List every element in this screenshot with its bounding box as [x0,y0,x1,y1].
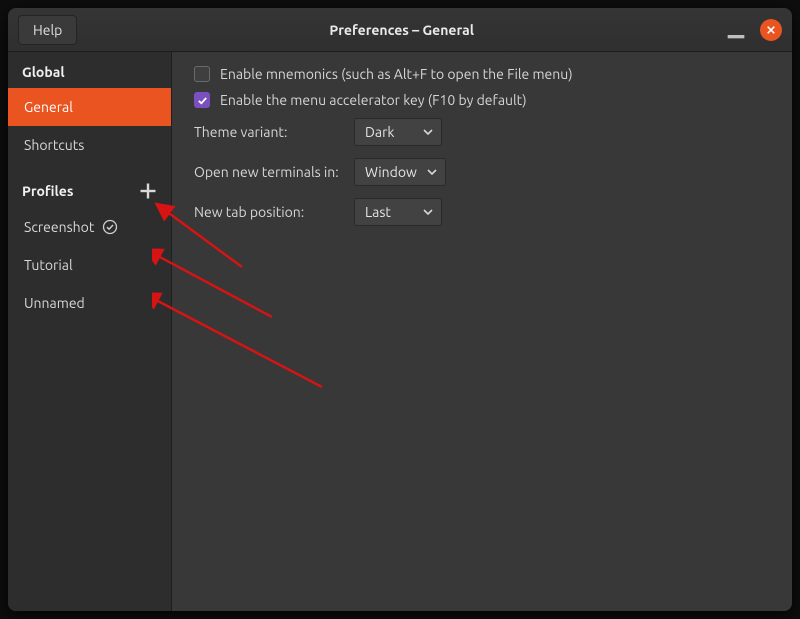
content-area: Global General Shortcuts Profiles Screen… [8,52,792,611]
check-icon [197,95,208,106]
window-title: Preferences – General [77,22,726,38]
sidebar-item-label: Unnamed [24,295,85,311]
sidebar-section-global: Global [8,52,171,88]
close-button[interactable] [760,19,782,41]
sidebar-item-general[interactable]: General [8,88,171,126]
mnemonics-row: Enable mnemonics (such as Alt+F to open … [194,66,770,82]
accelerator-checkbox[interactable] [194,92,210,108]
sidebar-item-label: Tutorial [24,257,73,273]
sidebar-profile-tutorial[interactable]: Tutorial [8,246,171,284]
sidebar-profile-unnamed[interactable]: Unnamed [8,284,171,322]
theme-variant-dropdown[interactable]: Dark [354,118,442,146]
plus-icon [139,182,157,200]
theme-variant-label: Theme variant: [194,124,354,140]
sidebar-item-label: General [24,99,73,115]
sidebar-item-label: Screenshot [24,219,94,235]
sidebar-item-shortcuts[interactable]: Shortcuts [8,126,171,164]
window-controls [726,19,782,41]
minimize-icon [726,20,746,40]
sidebar: Global General Shortcuts Profiles Screen… [8,52,172,611]
open-new-value: Window [365,164,417,180]
default-profile-icon [102,219,118,235]
mnemonics-label: Enable mnemonics (such as Alt+F to open … [220,66,573,82]
chevron-down-icon [427,167,437,177]
sidebar-section-profiles: Profiles [8,170,171,208]
new-tab-pos-row: New tab position: Last [194,198,770,226]
chevron-down-icon [423,207,433,217]
titlebar: Help Preferences – General [8,8,792,52]
preferences-window: Help Preferences – General Global Genera… [8,8,792,611]
sidebar-section-global-label: Global [22,64,65,80]
open-new-row: Open new terminals in: Window [194,158,770,186]
theme-variant-value: Dark [365,124,394,140]
new-tab-pos-value: Last [365,204,391,220]
chevron-down-icon [423,127,433,137]
new-tab-pos-dropdown[interactable]: Last [354,198,442,226]
annotation-arrows [152,197,412,457]
add-profile-button[interactable] [139,182,157,200]
sidebar-section-profiles-label: Profiles [22,183,73,199]
minimize-button[interactable] [726,20,746,40]
form-grid: Theme variant: Dark Open new terminals i… [194,118,770,226]
open-new-dropdown[interactable]: Window [354,158,446,186]
new-tab-pos-label: New tab position: [194,204,354,220]
accelerator-label: Enable the menu accelerator key (F10 by … [220,92,527,108]
theme-variant-row: Theme variant: Dark [194,118,770,146]
mnemonics-checkbox[interactable] [194,66,210,82]
close-icon [766,25,776,35]
open-new-label: Open new terminals in: [194,164,354,180]
help-button[interactable]: Help [18,15,77,45]
sidebar-profile-screenshot[interactable]: Screenshot [8,208,171,246]
sidebar-item-label: Shortcuts [24,137,84,153]
main-pane: Enable mnemonics (such as Alt+F to open … [172,52,792,611]
accelerator-row: Enable the menu accelerator key (F10 by … [194,92,770,108]
help-button-label: Help [33,22,62,38]
